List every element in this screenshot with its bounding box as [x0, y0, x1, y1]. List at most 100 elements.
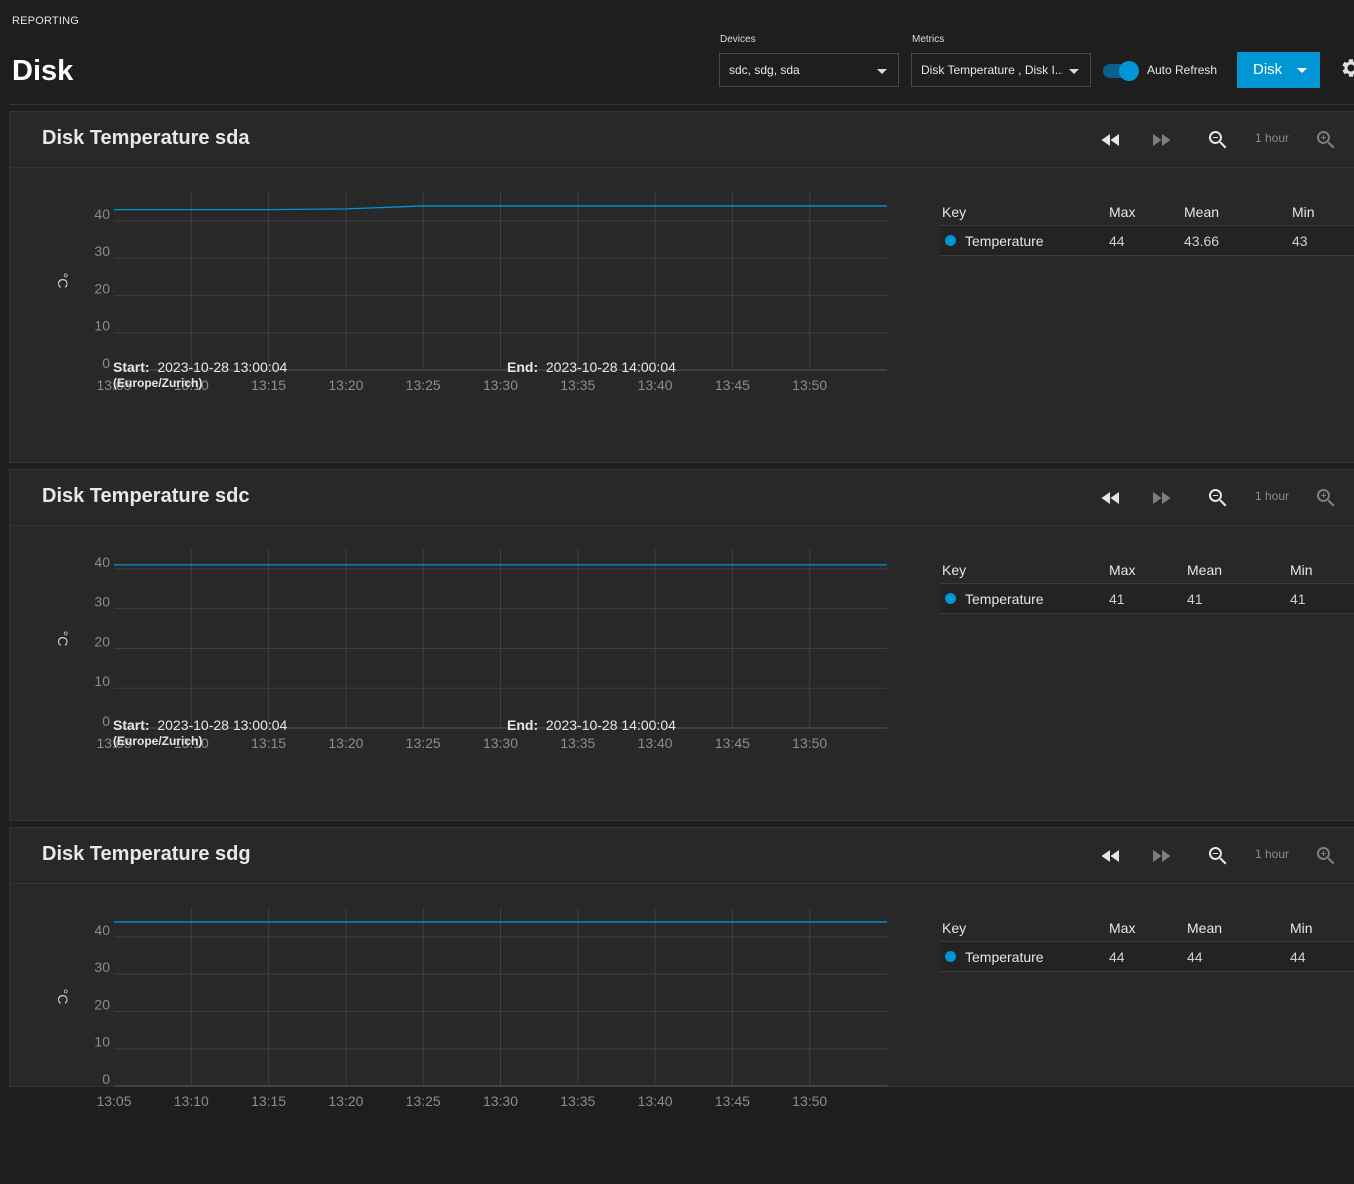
zoom-level-label: 1 hour — [1255, 131, 1290, 145]
series-color-dot — [945, 951, 956, 962]
fast-forward-icon[interactable] — [1149, 128, 1173, 152]
legend-max: 44 — [1109, 233, 1125, 249]
panel-title: Disk Temperature sdc — [42, 485, 250, 507]
y-tick-label: 20 — [94, 996, 110, 1012]
rewind-icon[interactable] — [1099, 844, 1123, 868]
timezone-label: (Europe/Zurich) — [113, 734, 203, 748]
legend-min: 44 — [1290, 949, 1306, 965]
legend-header-row: Key Max Mean Min — [940, 913, 1354, 942]
x-tick-label: 13:40 — [638, 1093, 673, 1109]
chart-sdg: 0 10 20 30 40 13:05 13:10 13:15 13:20 13:25 13:30 1… — [10, 884, 910, 1184]
zoom-out-icon[interactable] — [1206, 844, 1230, 868]
legend-header-max: Max — [1109, 562, 1136, 578]
legend-min: 41 — [1290, 591, 1306, 607]
legend-mean: 41 — [1187, 591, 1203, 607]
y-tick-label: 10 — [94, 673, 110, 689]
legend-table: Key Max Mean Min Temperature 41 41 41 — [940, 555, 1354, 614]
legend-row[interactable]: Temperature 41 41 41 — [940, 584, 1354, 614]
chart-sdc: 0 10 20 30 40 13:05 13:10 13:15 13:20 13:25 13:30 1… — [10, 526, 910, 826]
time-range: Start: 2023-10-28 13:00:04 (Europe/Zuric… — [113, 717, 913, 757]
end-value: 2023-10-28 14:00:04 — [545, 359, 676, 375]
metrics-select[interactable]: Disk Temperature , Disk I... — [911, 53, 1091, 87]
panel-sda: Disk Temperature sda 1 hour 0 10 20 30 40 13:… — [9, 111, 1354, 463]
y-tick-label: 30 — [94, 959, 110, 975]
rewind-icon[interactable] — [1099, 486, 1123, 510]
chart-sda: 0 10 20 30 40 13:05 13:10 13:15 13:20 13:25 13:30 1… — [10, 168, 910, 468]
series-color-dot — [945, 593, 956, 604]
x-tick-label: 13:50 — [792, 1093, 827, 1109]
y-tick-label: 10 — [94, 1034, 110, 1050]
legend-max: 41 — [1109, 591, 1125, 607]
y-axis-label: °C — [55, 631, 71, 647]
zoom-level-label: 1 hour — [1255, 489, 1290, 503]
breadcrumb: REPORTING — [12, 15, 79, 27]
zoom-level-label: 1 hour — [1255, 847, 1290, 861]
y-tick-label: 40 — [94, 206, 110, 222]
chevron-down-icon — [877, 69, 887, 74]
legend-mean: 43.66 — [1184, 233, 1220, 249]
legend-header-key: Key — [942, 920, 967, 936]
auto-refresh-toggle[interactable] — [1103, 61, 1139, 81]
y-tick-label: 40 — [94, 554, 110, 570]
legend-key: Temperature — [965, 591, 1044, 607]
panel-title: Disk Temperature sdg — [42, 843, 251, 865]
legend-header-min: Min — [1292, 204, 1315, 220]
y-axis-label: °C — [55, 989, 71, 1005]
end-value: 2023-10-28 14:00:04 — [545, 717, 676, 733]
metrics-label: Metrics — [912, 34, 945, 45]
zoom-out-icon[interactable] — [1206, 128, 1230, 152]
legend-key: Temperature — [965, 233, 1044, 249]
zoom-out-icon[interactable] — [1206, 486, 1230, 510]
devices-select[interactable]: sdc, sdg, sda — [719, 53, 899, 87]
fast-forward-icon[interactable] — [1149, 486, 1173, 510]
gear-icon[interactable] — [1338, 56, 1354, 80]
x-tick-label: 13:45 — [715, 1093, 750, 1109]
panel-header: Disk Temperature sdg 1 hour — [10, 828, 1354, 884]
x-tick-label: 13:20 — [328, 1093, 363, 1109]
zoom-in-icon[interactable] — [1314, 128, 1338, 152]
panel-header: Disk Temperature sdc 1 hour — [10, 470, 1354, 526]
legend-row[interactable]: Temperature 44 43.66 43 — [940, 226, 1354, 256]
auto-refresh-label: Auto Refresh — [1147, 63, 1218, 77]
legend-header-key: Key — [942, 204, 967, 220]
x-tick-label: 13:35 — [560, 1093, 595, 1109]
timezone-label: (Europe/Zurich) — [113, 376, 203, 390]
zoom-in-icon[interactable] — [1314, 844, 1338, 868]
fast-forward-icon[interactable] — [1149, 844, 1173, 868]
legend-header-mean: Mean — [1187, 920, 1223, 936]
legend-header-mean: Mean — [1184, 204, 1220, 220]
y-tick-label: 0 — [102, 1071, 110, 1087]
legend-row[interactable]: Temperature 44 44 44 — [940, 942, 1354, 972]
chevron-down-icon — [1297, 68, 1307, 73]
y-tick-label: 20 — [94, 280, 110, 296]
y-tick-label: 0 — [102, 713, 110, 729]
legend-table: Key Max Mean Min Temperature 44 43.66 43 — [940, 197, 1354, 256]
legend-key: Temperature — [965, 949, 1044, 965]
rewind-icon[interactable] — [1099, 128, 1123, 152]
start-label: Start: — [113, 359, 150, 375]
legend-header-mean: Mean — [1187, 562, 1223, 578]
panel-sdg: Disk Temperature sdg 1 hour 0 10 20 30 40 13:… — [9, 827, 1354, 1109]
disk-button-label: Disk — [1253, 61, 1283, 78]
devices-label: Devices — [720, 34, 756, 45]
y-tick-label: 10 — [94, 318, 110, 334]
legend-min: 43 — [1292, 233, 1308, 249]
y-tick-label: 20 — [94, 633, 110, 649]
start-label: Start: — [113, 717, 150, 733]
zoom-in-icon[interactable] — [1314, 486, 1338, 510]
legend-header-row: Key Max Mean Min — [940, 555, 1354, 584]
disk-menu-button[interactable]: Disk — [1237, 52, 1320, 88]
panel-title: Disk Temperature sda — [42, 127, 250, 149]
series-color-dot — [945, 235, 956, 246]
x-tick-label: 13:05 — [96, 1093, 131, 1109]
end-label: End: — [507, 717, 539, 733]
legend-header-min: Min — [1290, 562, 1313, 578]
chevron-down-icon — [1069, 69, 1079, 74]
legend-mean: 44 — [1187, 949, 1203, 965]
y-tick-label: 0 — [102, 355, 110, 371]
page-title: Disk — [12, 55, 74, 87]
y-tick-label: 40 — [94, 922, 110, 938]
legend-header-min: Min — [1290, 920, 1313, 936]
x-tick-label: 13:15 — [251, 1093, 286, 1109]
devices-value: sdc, sdg, sda — [729, 63, 800, 77]
